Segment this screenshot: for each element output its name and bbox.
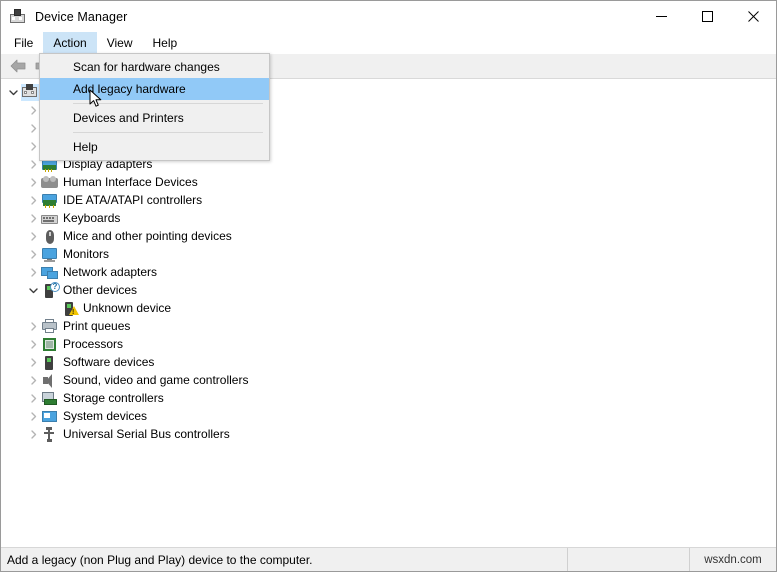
title-bar: Device Manager — [1, 1, 776, 32]
chevron-right-icon[interactable] — [25, 407, 41, 425]
tree-row-other-devices[interactable]: ? Other devices — [1, 281, 776, 299]
tree-row-sound-controllers[interactable]: Sound, video and game controllers — [1, 371, 776, 389]
tree-row-print-queues[interactable]: Print queues — [1, 317, 776, 335]
tree-row-label: Human Interface Devices — [63, 175, 198, 189]
minimize-button[interactable] — [638, 1, 684, 32]
menu-separator — [73, 132, 263, 133]
window-title: Device Manager — [35, 9, 128, 24]
tree-row-label: System devices — [63, 409, 148, 423]
tree-row-processors[interactable]: Processors — [1, 335, 776, 353]
chevron-right-icon[interactable] — [25, 371, 41, 389]
usb-icon — [41, 426, 58, 443]
menu-item-help[interactable]: Help — [40, 136, 269, 158]
action-menu-dropdown[interactable]: Scan for hardware changes Add legacy har… — [39, 53, 270, 161]
tree-row-unknown-device[interactable]: ! Unknown device — [1, 299, 776, 317]
processor-icon — [41, 336, 58, 353]
menu-item-add-legacy-hardware[interactable]: Add legacy hardware — [40, 78, 269, 100]
chevron-right-icon[interactable] — [25, 317, 41, 335]
network-adapter-icon — [41, 264, 58, 281]
menu-item-scan-for-hardware-changes[interactable]: Scan for hardware changes — [40, 56, 269, 78]
tree-row-label: Mice and other pointing devices — [63, 229, 232, 243]
menu-bar: File Action View Help — [1, 32, 776, 54]
ide-controller-icon — [41, 192, 58, 209]
unknown-device-question-icon: ? — [41, 281, 60, 299]
tree-row-network-adapters[interactable]: Network adapters — [1, 263, 776, 281]
back-arrow-icon[interactable] — [6, 55, 30, 77]
tree-row-label: Monitors — [63, 247, 110, 261]
mouse-icon — [41, 228, 58, 245]
sound-icon — [41, 372, 58, 389]
menu-view[interactable]: View — [97, 32, 143, 54]
chevron-down-icon[interactable] — [5, 83, 21, 101]
tree-row-software-devices[interactable]: Software devices — [1, 353, 776, 371]
chevron-down-icon[interactable] — [25, 281, 41, 299]
menu-item-devices-and-printers[interactable]: Devices and Printers — [40, 107, 269, 129]
chevron-right-icon[interactable] — [25, 335, 41, 353]
tree-row-label: Universal Serial Bus controllers — [63, 427, 230, 441]
computer-root-icon — [21, 83, 38, 101]
tree-row-label: Software devices — [63, 355, 155, 369]
tree-row-label: Other devices — [63, 283, 138, 297]
watermark-label: wsxdn.com — [704, 553, 762, 566]
tree-row-label: Network adapters — [63, 265, 158, 279]
window-controls — [638, 1, 776, 32]
status-message: Add a legacy (non Plug and Play) device … — [7, 552, 313, 567]
chevron-right-icon[interactable] — [25, 263, 41, 281]
chevron-right-icon[interactable] — [25, 191, 41, 209]
chevron-right-icon[interactable] — [25, 353, 41, 371]
tree-row-label: Print queues — [63, 319, 131, 333]
menu-separator — [73, 103, 263, 104]
tree-row-storage-controllers[interactable]: Storage controllers — [1, 389, 776, 407]
tree-row-label: Processors — [63, 337, 124, 351]
status-bar: Add a legacy (non Plug and Play) device … — [1, 547, 776, 571]
tree-row-mice[interactable]: Mice and other pointing devices — [1, 227, 776, 245]
menu-help[interactable]: Help — [143, 32, 188, 54]
storage-controller-icon — [41, 390, 58, 407]
chevron-right-icon[interactable] — [25, 245, 41, 263]
unknown-device-warning-icon: ! — [61, 300, 79, 317]
tree-row-label: Sound, video and game controllers — [63, 373, 249, 387]
printer-icon — [41, 318, 58, 335]
tree-row-ide-controllers[interactable]: IDE ATA/ATAPI controllers — [1, 191, 776, 209]
keyboard-icon — [41, 210, 58, 227]
status-divider — [567, 548, 568, 571]
chevron-right-icon[interactable] — [25, 209, 41, 227]
close-button[interactable] — [730, 1, 776, 32]
maximize-button[interactable] — [684, 1, 730, 32]
device-manager-icon — [9, 8, 26, 25]
system-device-icon — [41, 408, 58, 425]
chevron-right-icon[interactable] — [25, 425, 41, 443]
menu-file[interactable]: File — [4, 32, 43, 54]
tree-row-label: Unknown device — [83, 301, 172, 315]
chevron-right-icon[interactable] — [25, 227, 41, 245]
menu-action[interactable]: Action — [43, 32, 97, 54]
tree-row-label: Keyboards — [63, 211, 121, 225]
software-device-icon — [41, 354, 58, 371]
tree-row-label: IDE ATA/ATAPI controllers — [63, 193, 203, 207]
tree-row-human-interface-devices[interactable]: Human Interface Devices — [1, 173, 776, 191]
chevron-right-icon[interactable] — [25, 389, 41, 407]
tree-row-monitors[interactable]: Monitors — [1, 245, 776, 263]
chevron-right-icon[interactable] — [25, 173, 41, 191]
tree-row-system-devices[interactable]: System devices — [1, 407, 776, 425]
device-manager-window: Device Manager File Action View Help Dis… — [0, 0, 777, 572]
tree-row-usb-controllers[interactable]: Universal Serial Bus controllers — [1, 425, 776, 443]
tree-row-keyboards[interactable]: Keyboards — [1, 209, 776, 227]
hid-icon — [41, 174, 58, 191]
monitor-icon — [41, 246, 58, 263]
tree-row-label: Storage controllers — [63, 391, 164, 405]
